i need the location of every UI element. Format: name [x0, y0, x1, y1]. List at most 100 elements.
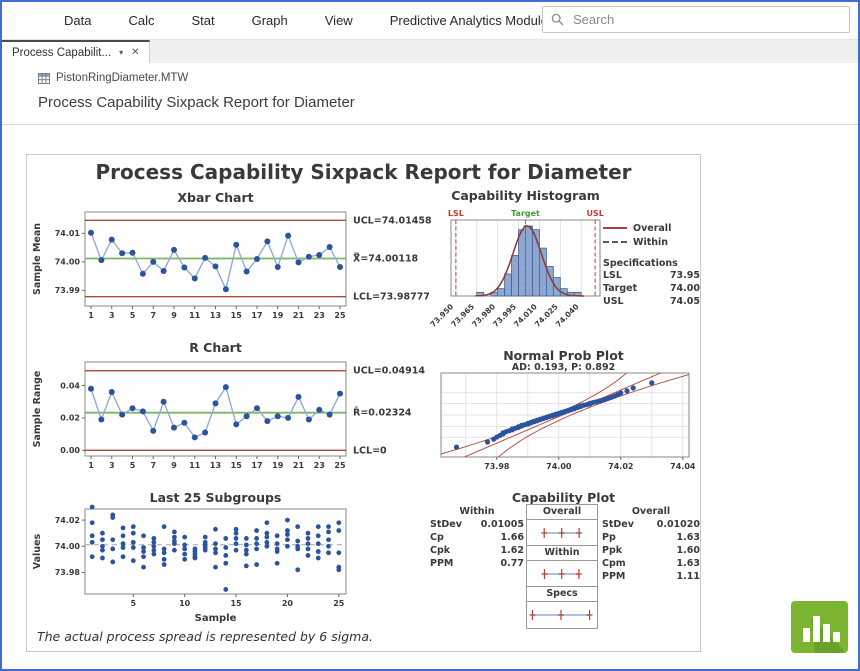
capability-band-overall: Overall [527, 504, 597, 546]
search-box[interactable] [542, 6, 850, 33]
report-canvas: Process Capability Sixpack Report for Di… [26, 154, 701, 652]
svg-text:74.00: 74.00 [546, 462, 572, 471]
svg-text:3: 3 [109, 311, 115, 320]
legend-overall: Overall [603, 221, 700, 235]
svg-text:17: 17 [251, 461, 262, 470]
svg-text:5: 5 [130, 461, 136, 470]
r-chart: 0.040.020.00135791113151719212325UCL=0.0… [27, 354, 447, 479]
stat-row: StDev0.01020 [602, 518, 700, 531]
svg-text:74.02: 74.02 [55, 516, 80, 525]
worksheet-link[interactable]: PistonRingDiameter.MTW [38, 72, 858, 84]
specifications-header: Specifications [603, 258, 700, 269]
menu-item-stat[interactable]: Stat [191, 13, 214, 28]
capability-band-specs: Specs [527, 586, 597, 628]
stat-row: StDev0.01005 [430, 518, 524, 531]
histogram-legend: Overall Within Specifications LSL73.95Ta… [603, 221, 700, 308]
svg-text:74.04: 74.04 [670, 462, 696, 471]
svg-text:USL: USL [586, 209, 603, 218]
legend-overall-label: Overall [633, 223, 671, 234]
svg-text:23: 23 [314, 311, 325, 320]
svg-text:R̄=0.02324: R̄=0.02324 [353, 407, 412, 419]
menu-item-calc[interactable]: Calc [128, 13, 154, 28]
xbar-chart-title: Xbar Chart [85, 190, 346, 205]
svg-text:9: 9 [171, 461, 177, 470]
svg-text:LCL=73.98777: LCL=73.98777 [353, 292, 430, 303]
svg-text:74.01: 74.01 [55, 229, 81, 238]
within-stats-table: StDev0.01005Cp1.66Cpk1.62PPM0.77 [430, 518, 524, 570]
divider [2, 124, 858, 125]
svg-text:0.04: 0.04 [60, 381, 80, 390]
minitab-window: Data Calc Stat Graph View Predictive Ana… [0, 0, 860, 671]
stat-row: USL74.05 [603, 295, 700, 308]
svg-text:74.02: 74.02 [608, 462, 633, 471]
report-title: Process Capability Sixpack Report for Di… [27, 160, 700, 184]
legend-within-label: Within [633, 237, 668, 248]
stat-row: Cpm1.63 [602, 557, 700, 570]
svg-text:10: 10 [179, 599, 191, 608]
svg-text:74.00: 74.00 [55, 258, 81, 267]
menu-item-data[interactable]: Data [64, 13, 91, 28]
menu-item-predictive-analytics[interactable]: Predictive Analytics Module [390, 13, 548, 28]
menu-item-graph[interactable]: Graph [252, 13, 288, 28]
svg-text:0.02: 0.02 [60, 414, 80, 423]
normal-prob-plot-title: Normal Prob Plot [427, 348, 700, 363]
capability-within-stats: Within StDev0.01005Cp1.66Cpk1.62PPM0.77 [430, 506, 524, 570]
specifications-table: LSL73.95Target74.00USL74.05 [603, 269, 700, 308]
svg-text:LCL=0: LCL=0 [353, 445, 387, 456]
svg-text:1: 1 [88, 461, 94, 470]
svg-text:Sample: Sample [195, 613, 237, 624]
svg-text:25: 25 [333, 599, 345, 608]
svg-text:19: 19 [272, 311, 284, 320]
output-title: Process Capability Sixpack Report for Di… [38, 94, 858, 111]
svg-text:21: 21 [293, 311, 305, 320]
svg-text:1: 1 [88, 311, 94, 320]
chevron-down-icon[interactable]: ▾ [119, 48, 123, 57]
bar-chart-glyph [791, 601, 848, 653]
svg-text:13: 13 [210, 461, 221, 470]
svg-text:23: 23 [314, 461, 325, 470]
minitab-logo-icon [791, 601, 848, 653]
svg-text:Sample Mean: Sample Mean [32, 223, 43, 295]
capability-overall-stats: Overall StDev0.01020Pp1.63Ppk1.60Cpm1.63… [602, 506, 700, 583]
stat-row: Cp1.66 [430, 531, 524, 544]
svg-text:15: 15 [231, 461, 243, 470]
normal-prob-plot: 73.98 74.00 74.02 74.04 [427, 371, 700, 483]
within-line-swatch [603, 241, 627, 243]
svg-text:73.98: 73.98 [55, 568, 81, 577]
svg-text:25: 25 [334, 311, 346, 320]
last-25-subgroups-chart: 74.0274.0073.98510152025ValuesSample [27, 503, 447, 643]
svg-text:20: 20 [282, 599, 294, 608]
svg-text:5: 5 [130, 311, 136, 320]
capability-band-within: Within [527, 545, 597, 587]
stat-row: Target74.00 [603, 282, 700, 295]
svg-text:7: 7 [150, 311, 156, 320]
svg-text:25: 25 [334, 461, 346, 470]
svg-text:15: 15 [230, 599, 242, 608]
svg-text:0.00: 0.00 [60, 446, 80, 455]
menu-item-view[interactable]: View [325, 13, 353, 28]
svg-text:Values: Values [32, 533, 43, 569]
capability-interval-plot: OverallWithinSpecs [526, 504, 598, 629]
svg-text:UCL=0.04914: UCL=0.04914 [353, 366, 425, 377]
stat-row: Pp1.63 [602, 531, 700, 544]
svg-text:19: 19 [272, 461, 284, 470]
tab-label: Process Capabilit... [12, 47, 111, 59]
legend-within: Within [603, 235, 700, 249]
svg-text:21: 21 [293, 461, 305, 470]
report-footnote: The actual process spread is represented… [37, 629, 373, 644]
tab-process-capability[interactable]: Process Capabilit... ▾ ✕ [2, 40, 150, 63]
stat-row: Ppk1.60 [602, 544, 700, 557]
svg-text:X̿=74.00118: X̿=74.00118 [353, 253, 419, 265]
svg-text:73.99: 73.99 [55, 286, 81, 295]
svg-text:15: 15 [231, 311, 243, 320]
overall-stats-table: StDev0.01020Pp1.63Ppk1.60Cpm1.63PPM1.11 [602, 518, 700, 583]
xbar-chart: 74.0174.0073.99135791113151719212325UCL=… [27, 204, 447, 329]
svg-text:74.00: 74.00 [55, 542, 81, 551]
search-input[interactable] [571, 11, 841, 28]
within-header: Within [430, 506, 524, 517]
overall-header: Overall [602, 506, 700, 517]
r-chart-title: R Chart [85, 340, 346, 355]
close-icon[interactable]: ✕ [131, 47, 139, 58]
svg-text:73.98: 73.98 [484, 462, 510, 471]
stat-row: PPM0.77 [430, 557, 524, 570]
